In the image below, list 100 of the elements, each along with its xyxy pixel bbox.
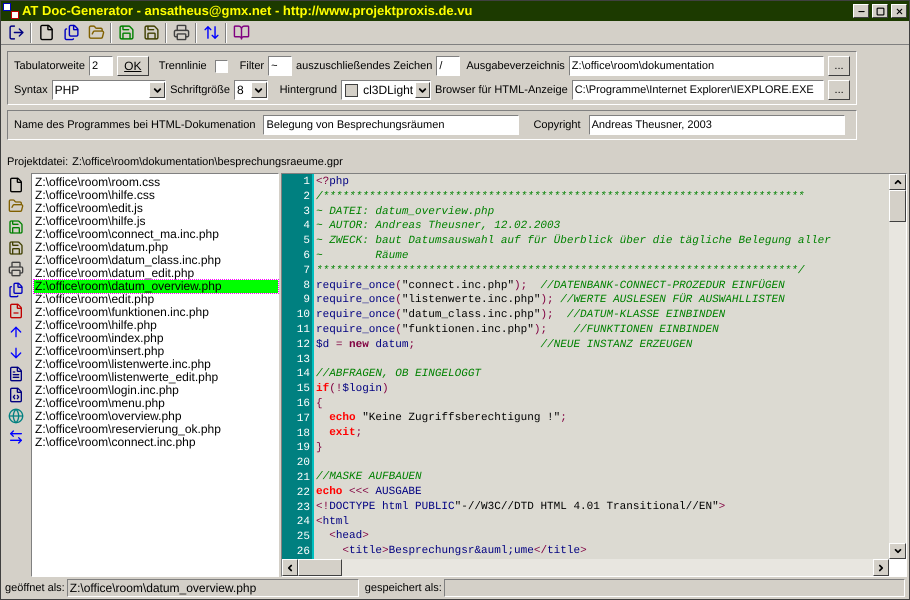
line-number: 2 — [303, 190, 310, 205]
line-number: 24 — [296, 515, 310, 530]
file-list-item[interactable]: Z:\office\room\overview.php — [34, 410, 278, 423]
syntax-dropdown[interactable]: PHP — [52, 80, 166, 100]
file-list-item[interactable]: Z:\office\room\room.css — [34, 176, 278, 189]
line-number: 16 — [296, 396, 310, 412]
browse-button[interactable]: ... — [828, 80, 850, 100]
line-number: 19 — [296, 441, 310, 456]
file-list-item[interactable]: Z:\office\room\insert.php — [34, 345, 278, 358]
field-label: geöffnet als: — [5, 580, 65, 596]
code-line: /************************************************************************* — [316, 190, 806, 205]
code-line: ~ Räume — [316, 248, 410, 264]
file-list-item[interactable]: Z:\office\room\connect.inc.php — [34, 436, 278, 449]
background-dropdown[interactable]: cl3DLight — [341, 80, 432, 100]
scroll-thumb[interactable] — [889, 190, 906, 222]
field-label: auszuschließendes Zeichen — [296, 58, 432, 74]
code-line: } — [316, 440, 324, 456]
file-list-item[interactable]: Z:\office\room\datum.php — [34, 241, 278, 254]
file-list-item[interactable]: Z:\office\room\hilfe.php — [34, 319, 278, 332]
print-icon[interactable] — [6, 259, 26, 279]
app-icon — [3, 3, 19, 19]
line-number: 25 — [296, 530, 310, 545]
close-icon — [894, 6, 904, 16]
close-button[interactable] — [891, 4, 907, 18]
file-list-item[interactable]: Z:\office\room\hilfe.js — [34, 215, 278, 228]
code-line: ~ AUTOR: Andreas Theusner, 12.02.2003 — [316, 219, 562, 234]
file-list-item[interactable]: Z:\office\room\menu.php — [34, 397, 278, 410]
field-label: Projektdatei: — [7, 154, 68, 170]
field-label: Name des Programmes bei HTML-Dokumenation — [14, 118, 256, 133]
line-number: 4 — [303, 219, 310, 234]
file-list-item[interactable]: Z:\office\room\datum_overview.php — [34, 280, 278, 293]
file-list-item[interactable]: Z:\office\room\listenwerte_edit.php — [34, 371, 278, 384]
field-label: Hintergrund — [280, 82, 338, 98]
field-label: Trennlinie — [158, 58, 207, 74]
excluded-char-field[interactable]: / — [436, 56, 460, 76]
maximize-button[interactable] — [872, 4, 888, 18]
line-number: 12 — [296, 338, 310, 353]
minimize-button[interactable] — [853, 4, 869, 18]
file-list-item[interactable]: Z:\office\room\login.inc.php — [34, 384, 278, 397]
file-list-item[interactable]: Z:\office\room\reservierung_ok.php — [34, 423, 278, 436]
line-number: 23 — [296, 500, 310, 516]
file-list-item[interactable]: Z:\office\room\connect_ma.inc.php — [34, 228, 278, 241]
field-label: Browser für HTML-Anzeige — [435, 82, 568, 98]
code-line: { — [316, 396, 324, 412]
file-list-item[interactable]: Z:\office\room\datum_edit.php — [34, 267, 278, 280]
code-line: require_once("connect.inc.php"); //DATENBANK-CONNECT-PROZEDUR EINFÜGEN — [316, 278, 786, 293]
code-line: exit; — [328, 426, 364, 441]
copyright-field[interactable]: Andreas Theusner, 2003 — [588, 115, 845, 135]
program-name-field[interactable]: Belegung von Besprechungsräumen — [263, 115, 520, 135]
horizontal-scrollbar[interactable] — [282, 559, 889, 576]
file-list-item[interactable]: Z:\office\room\hilfe.css — [34, 189, 278, 202]
code-line: require_once("funktionen.inc.php"); //FUNKTIONEN EINBINDEN — [316, 322, 720, 338]
line-number: 17 — [296, 412, 310, 427]
browse-button[interactable]: ... — [828, 56, 850, 76]
line-number: 1 — [303, 175, 310, 190]
line-number: 6 — [303, 248, 310, 264]
window-title: AT Doc-Generator - ansatheus@gmx.net - http://www.projektproxis.de.vu — [22, 2, 474, 20]
code-line: <?php — [316, 175, 350, 190]
filter-field[interactable]: ~ — [268, 56, 292, 76]
separator-checkbox[interactable] — [214, 60, 228, 72]
file-list-item[interactable]: Z:\office\room\listenwerte.inc.php — [34, 358, 278, 371]
ok-button[interactable]: OK — [116, 56, 149, 76]
font-size-dropdown[interactable]: 8 — [234, 80, 268, 100]
line-number: 15 — [296, 382, 310, 397]
code-line: ~ ZWECK: baut Datumsauswahl auf für Überblick über die tägliche Belegung aller — [316, 234, 832, 249]
line-number: 11 — [296, 322, 310, 338]
code-line: if(!$login) — [316, 382, 390, 397]
code-line: <!DOCTYPE html PUBLIC"-//W3C//DTD HTML 4.01 Transitional//EN"> — [316, 500, 726, 515]
scroll-thumb[interactable] — [298, 559, 342, 576]
field-label: Ausgabeverzeichnis — [466, 58, 565, 74]
line-number: 5 — [303, 234, 310, 249]
field-label: Tabulatorweite — [14, 58, 85, 74]
file-list-item[interactable]: Z:\office\room\datum_class.inc.php — [34, 254, 278, 267]
color-swatch-icon — [345, 84, 358, 96]
file-list-item[interactable]: Z:\office\room\edit.php — [34, 293, 278, 306]
browser-field[interactable]: C:\Programme\Internet Explorer\IEXPLORE.EXE — [572, 80, 824, 100]
line-number: 21 — [296, 470, 310, 486]
line-number: 26 — [296, 544, 310, 559]
line-number: 22 — [296, 486, 310, 501]
code-line: require_once("datum_class.inc.php"); //DATUM-KLASSE EINBINDEN — [316, 308, 726, 323]
code-line: ~ DATEI: datum_overview.php — [316, 204, 496, 220]
opened-as-field: Z:\office\room\datum_overview.php — [66, 579, 359, 597]
file-list-item[interactable]: Z:\office\room\edit.js — [34, 202, 278, 215]
line-number: 14 — [296, 367, 310, 382]
code-line: //MASKE AUFBAUEN — [316, 470, 423, 486]
code-line: $d = new datum; //NEUE INSTANZ ERZEUGEN — [316, 338, 694, 353]
field-label: Schriftgröße — [170, 82, 230, 98]
maximize-icon — [876, 6, 884, 16]
line-number: 13 — [296, 352, 310, 368]
field-label: gespeichert als: — [364, 580, 442, 596]
vertical-scrollbar[interactable] — [889, 174, 906, 559]
line-number: 10 — [296, 308, 310, 323]
code-line: //ABFRAGEN, OB EINGELOGGT — [316, 367, 482, 382]
tab-width-field[interactable]: 2 — [88, 56, 113, 76]
code-line: require_once("listenwerte.inc.php"); //WERTE AUSLESEN FÜR AUSWAHLLISTEN — [316, 293, 786, 308]
line-number: 7 — [303, 264, 310, 279]
line-number: 20 — [296, 456, 310, 471]
file-list-item[interactable]: Z:\office\room\funktionen.inc.php — [34, 306, 278, 319]
file-list-item[interactable]: Z:\office\room\index.php — [34, 332, 278, 345]
output-dir-field[interactable]: Z:\office\room\dokumentation — [568, 56, 824, 76]
